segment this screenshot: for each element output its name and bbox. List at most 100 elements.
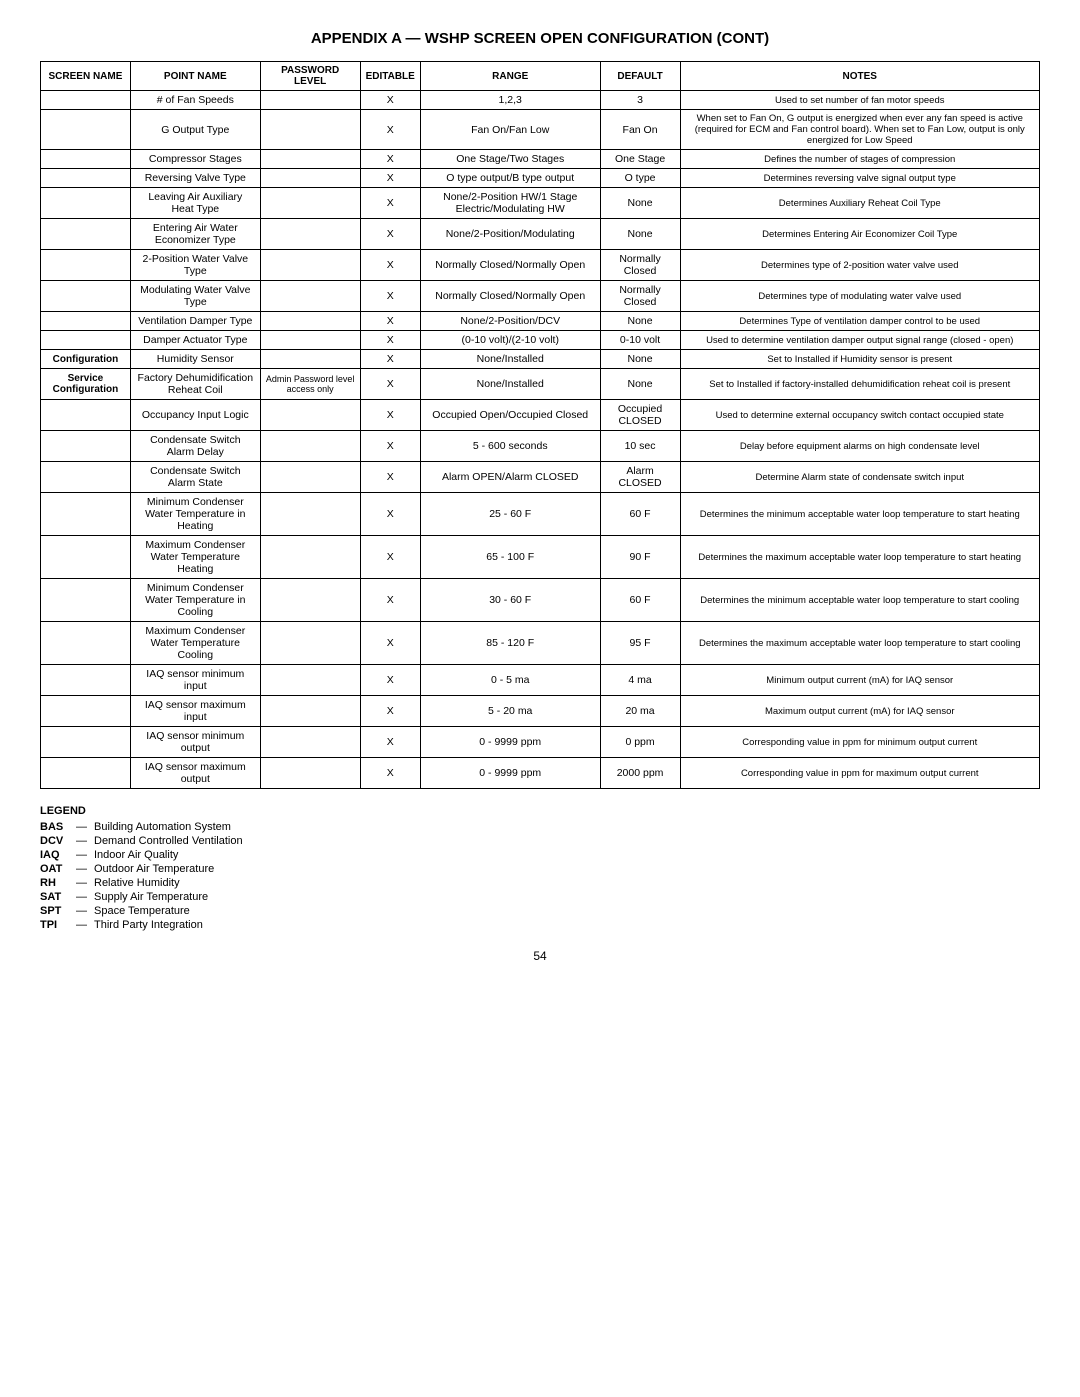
screen-name-cell: [41, 493, 131, 536]
legend-key: DCV: [40, 835, 76, 847]
password-cell: [260, 400, 360, 431]
point-name-cell: Minimum Condenser Water Temperature in H…: [130, 493, 260, 536]
screen-name-cell: [41, 91, 131, 110]
range-cell: 25 - 60 F: [420, 493, 600, 536]
legend-dash: —: [76, 849, 94, 861]
editable-cell: X: [360, 758, 420, 789]
legend-description: Outdoor Air Temperature: [94, 863, 214, 875]
col-header-point-name: POINT NAME: [130, 62, 260, 91]
notes-cell: Determines the maximum acceptable water …: [680, 536, 1040, 579]
notes-cell: Maximum output current (mA) for IAQ sens…: [680, 696, 1040, 727]
screen-name-cell: [41, 462, 131, 493]
range-cell: One Stage/Two Stages: [420, 150, 600, 169]
editable-cell: X: [360, 493, 420, 536]
point-name-cell: Leaving Air Auxiliary Heat Type: [130, 188, 260, 219]
notes-cell: Used to determine ventilation damper out…: [680, 331, 1040, 350]
legend-dash: —: [76, 905, 94, 917]
editable-cell: X: [360, 536, 420, 579]
notes-cell: Determines the maximum acceptable water …: [680, 622, 1040, 665]
range-cell: None/2-Position/Modulating: [420, 219, 600, 250]
editable-cell: X: [360, 150, 420, 169]
legend-key: BAS: [40, 821, 76, 833]
password-cell: [260, 622, 360, 665]
point-name-cell: G Output Type: [130, 110, 260, 150]
point-name-cell: Damper Actuator Type: [130, 331, 260, 350]
legend-key: TPI: [40, 919, 76, 931]
legend-title: LEGEND: [40, 805, 1040, 817]
point-name-cell: # of Fan Speeds: [130, 91, 260, 110]
col-header-screen-name: SCREEN NAME: [41, 62, 131, 91]
screen-name-cell: Service Configuration: [41, 369, 131, 400]
notes-cell: Determines the minimum acceptable water …: [680, 579, 1040, 622]
point-name-cell: Humidity Sensor: [130, 350, 260, 369]
default-cell: None: [600, 350, 680, 369]
editable-cell: X: [360, 169, 420, 188]
editable-cell: X: [360, 665, 420, 696]
screen-name-cell: [41, 188, 131, 219]
notes-cell: Delay before equipment alarms on high co…: [680, 431, 1040, 462]
password-cell: [260, 696, 360, 727]
notes-cell: Set to Installed if factory-installed de…: [680, 369, 1040, 400]
default-cell: Normally Closed: [600, 281, 680, 312]
legend-dash: —: [76, 863, 94, 875]
point-name-cell: Occupancy Input Logic: [130, 400, 260, 431]
password-cell: [260, 431, 360, 462]
editable-cell: X: [360, 431, 420, 462]
default-cell: 60 F: [600, 493, 680, 536]
screen-name-cell: [41, 400, 131, 431]
point-name-cell: Ventilation Damper Type: [130, 312, 260, 331]
col-header-password: PASSWORDLEVEL: [260, 62, 360, 91]
range-cell: Occupied Open/Occupied Closed: [420, 400, 600, 431]
range-cell: 30 - 60 F: [420, 579, 600, 622]
screen-name-cell: [41, 665, 131, 696]
legend-dash: —: [76, 919, 94, 931]
range-cell: None/2-Position/DCV: [420, 312, 600, 331]
legend-item: DCV — Demand Controlled Ventilation: [40, 835, 1040, 847]
default-cell: 0 ppm: [600, 727, 680, 758]
notes-cell: Determines Auxiliary Reheat Coil Type: [680, 188, 1040, 219]
password-cell: [260, 91, 360, 110]
password-cell: Admin Password level access only: [260, 369, 360, 400]
default-cell: None: [600, 312, 680, 331]
editable-cell: X: [360, 331, 420, 350]
notes-cell: Determines type of modulating water valv…: [680, 281, 1040, 312]
default-cell: Fan On: [600, 110, 680, 150]
default-cell: Normally Closed: [600, 250, 680, 281]
legend-key: SPT: [40, 905, 76, 917]
legend-item: OAT — Outdoor Air Temperature: [40, 863, 1040, 875]
point-name-cell: Condensate Switch Alarm State: [130, 462, 260, 493]
point-name-cell: Maximum Condenser Water Temperature Heat…: [130, 536, 260, 579]
notes-cell: Determines reversing valve signal output…: [680, 169, 1040, 188]
legend-description: Indoor Air Quality: [94, 849, 178, 861]
legend-key: SAT: [40, 891, 76, 903]
range-cell: 0 - 9999 ppm: [420, 758, 600, 789]
editable-cell: X: [360, 312, 420, 331]
legend-item: BAS — Building Automation System: [40, 821, 1040, 833]
password-cell: [260, 727, 360, 758]
range-cell: 5 - 20 ma: [420, 696, 600, 727]
password-cell: [260, 110, 360, 150]
screen-name-cell: [41, 579, 131, 622]
notes-cell: When set to Fan On, G output is energize…: [680, 110, 1040, 150]
notes-cell: Determines type of 2-position water valv…: [680, 250, 1040, 281]
point-name-cell: IAQ sensor maximum input: [130, 696, 260, 727]
range-cell: Normally Closed/Normally Open: [420, 281, 600, 312]
legend-item: TPI — Third Party Integration: [40, 919, 1040, 931]
default-cell: None: [600, 369, 680, 400]
notes-cell: Corresponding value in ppm for minimum o…: [680, 727, 1040, 758]
default-cell: 60 F: [600, 579, 680, 622]
legend-dash: —: [76, 877, 94, 889]
range-cell: 1,2,3: [420, 91, 600, 110]
legend-dash: —: [76, 891, 94, 903]
default-cell: Alarm CLOSED: [600, 462, 680, 493]
screen-name-cell: [41, 727, 131, 758]
legend-description: Supply Air Temperature: [94, 891, 208, 903]
editable-cell: X: [360, 350, 420, 369]
default-cell: 0-10 volt: [600, 331, 680, 350]
notes-cell: Defines the number of stages of compress…: [680, 150, 1040, 169]
screen-name-cell: [41, 622, 131, 665]
screen-name-cell: [41, 150, 131, 169]
notes-cell: Corresponding value in ppm for maximum o…: [680, 758, 1040, 789]
screen-name-cell: [41, 758, 131, 789]
password-cell: [260, 219, 360, 250]
